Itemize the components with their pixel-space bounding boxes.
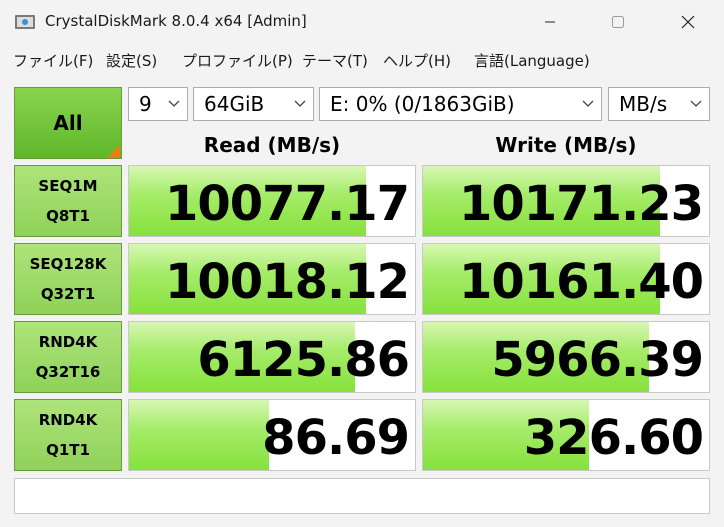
read-result-value: 10018.12 [164, 254, 410, 310]
all-button-label: All [53, 111, 83, 135]
crystaldiskmark-icon [15, 15, 35, 29]
test-size-select[interactable]: 64GiB [193, 87, 314, 121]
close-icon [681, 15, 695, 29]
write-result-rnd4k-q1t1: 326.60 [422, 399, 710, 471]
test-count-value: 9 [139, 92, 152, 116]
title-bar: CrystalDiskMark 8.0.4 x64 [Admin] [0, 0, 724, 44]
minimize-button[interactable] [522, 0, 578, 44]
minimize-icon [545, 21, 555, 23]
read-column-header: Read (MB/s) [203, 133, 341, 157]
menu-file[interactable]: ファイル(F) [13, 50, 93, 71]
maximize-icon [612, 16, 624, 28]
test-button-seq1m-q8t1[interactable]: SEQ1M Q8T1 [14, 165, 122, 237]
write-column-header: Write (MB/s) [495, 133, 637, 157]
test-name: SEQ1M [38, 177, 98, 195]
test-button-seq128k-q32t1[interactable]: SEQ128K Q32T1 [14, 243, 122, 315]
drive-value: E: 0% (0/1863GiB) [330, 92, 515, 116]
menu-help[interactable]: ヘルプ(H) [383, 50, 451, 71]
chevron-down-icon [294, 100, 306, 107]
write-result-value: 10171.23 [458, 176, 704, 232]
read-result-bar [129, 400, 270, 470]
unit-select[interactable]: MB/s [608, 87, 710, 121]
test-params: Q32T1 [40, 285, 96, 303]
test-params: Q1T1 [46, 441, 90, 459]
write-result-seq128k-q32t1: 10161.40 [422, 243, 710, 315]
chevron-down-icon [690, 100, 702, 107]
menu-profile[interactable]: プロファイル(P) [182, 50, 293, 71]
menu-theme[interactable]: テーマ(T) [302, 50, 368, 71]
menu-settings[interactable]: 設定(S) [106, 50, 157, 71]
chevron-down-icon [168, 100, 180, 107]
test-name: RND4K [38, 411, 98, 429]
comment-field[interactable] [14, 478, 710, 514]
test-name: SEQ128K [29, 255, 107, 273]
drive-select[interactable]: E: 0% (0/1863GiB) [319, 87, 602, 121]
chevron-down-icon [582, 100, 594, 107]
read-result-rnd4k-q32t16: 6125.86 [128, 321, 416, 393]
test-name: RND4K [38, 333, 98, 351]
close-button[interactable] [660, 0, 716, 44]
test-button-rnd4k-q32t16[interactable]: RND4K Q32T16 [14, 321, 122, 393]
test-size-value: 64GiB [204, 92, 265, 116]
write-result-value: 326.60 [523, 410, 704, 466]
read-result-seq1m-q8t1: 10077.17 [128, 165, 416, 237]
test-params: Q8T1 [46, 207, 90, 225]
test-params: Q32T16 [35, 363, 101, 381]
all-button[interactable]: All [14, 87, 122, 159]
write-result-rnd4k-q32t16: 5966.39 [422, 321, 710, 393]
write-result-value: 10161.40 [458, 254, 704, 310]
write-result-value: 5966.39 [491, 332, 704, 388]
unit-value: MB/s [619, 92, 668, 116]
window-title: CrystalDiskMark 8.0.4 x64 [Admin] [45, 12, 307, 30]
test-count-select[interactable]: 9 [128, 87, 188, 121]
read-result-value: 86.69 [262, 410, 410, 466]
read-result-rnd4k-q1t1: 86.69 [128, 399, 416, 471]
read-result-value: 10077.17 [164, 176, 410, 232]
read-result-seq128k-q32t1: 10018.12 [128, 243, 416, 315]
all-button-corner-mark [108, 145, 120, 157]
menu-language[interactable]: 言語(Language) [474, 50, 590, 71]
write-result-seq1m-q8t1: 10171.23 [422, 165, 710, 237]
read-result-value: 6125.86 [197, 332, 410, 388]
test-button-rnd4k-q1t1[interactable]: RND4K Q1T1 [14, 399, 122, 471]
maximize-button[interactable] [590, 0, 646, 44]
